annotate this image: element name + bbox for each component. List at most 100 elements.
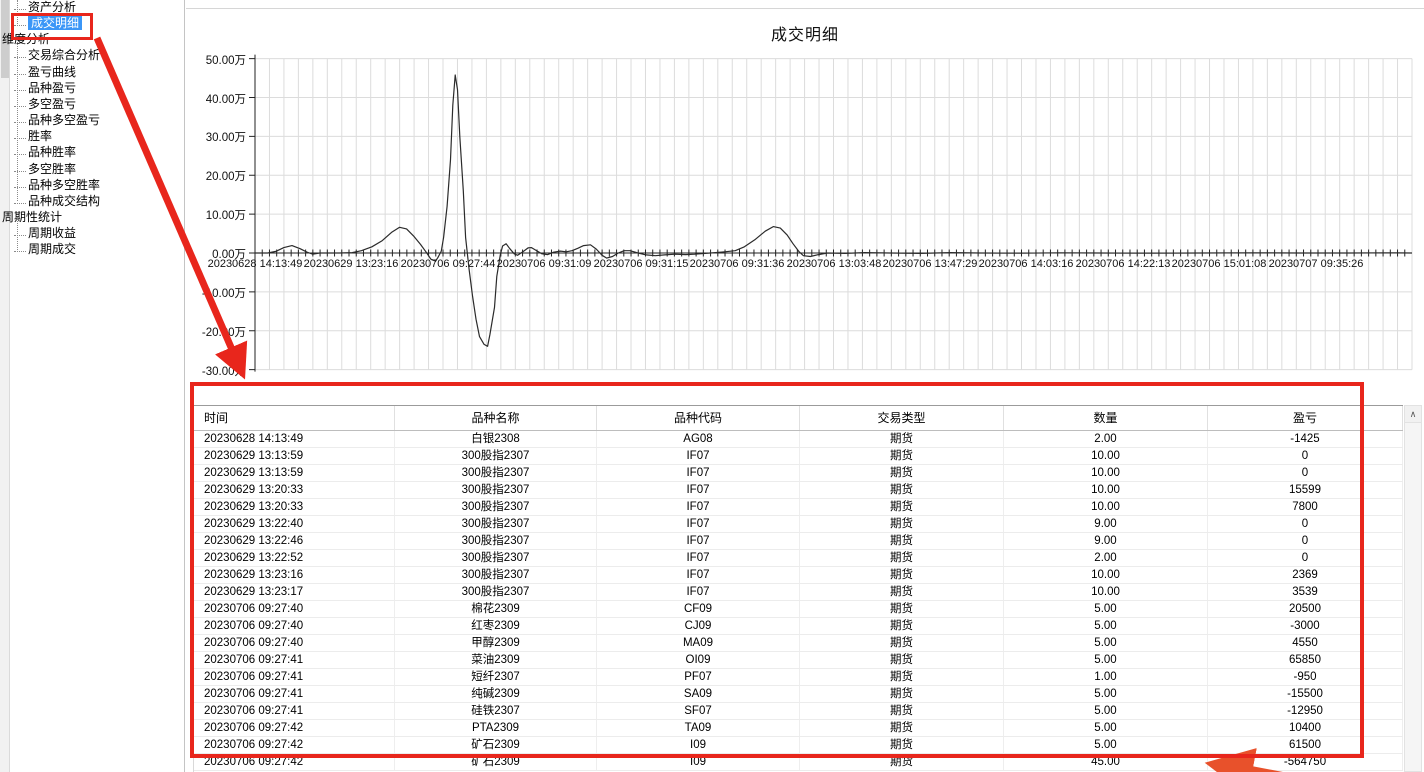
table-cell: 20230628 14:13:49: [194, 431, 395, 447]
sidebar-item-5[interactable]: 品种盈亏: [14, 80, 76, 96]
sidebar-item-15[interactable]: 周期成交: [14, 241, 76, 257]
table-row[interactable]: 20230706 09:27:42 PTA2309 TA09 期货 5.00 10400: [194, 720, 1403, 737]
sidebar-item-label: 周期性统计: [2, 210, 63, 224]
table-cell: -1425: [1208, 431, 1403, 447]
table-cell: 20230706 09:27:42: [194, 754, 395, 770]
table-row[interactable]: 20230706 09:27:42 矿石2309 I09 期货 45.00 -564750: [194, 754, 1403, 771]
sidebar-item-1[interactable]: 成交明细: [14, 15, 83, 31]
table-row[interactable]: 20230706 09:27:42 矿石2309 I09 期货 5.00 61500: [194, 737, 1403, 754]
sidebar-item-0[interactable]: 资产分析: [14, 0, 76, 15]
table-cell: 300股指2307: [395, 448, 597, 464]
sidebar-item-14[interactable]: 周期收益: [14, 225, 76, 241]
sidebar-item-11[interactable]: 品种多空胜率: [14, 177, 100, 193]
sidebar-item-8[interactable]: 胜率: [14, 128, 52, 144]
column-header-3[interactable]: 交易类型: [800, 406, 1004, 430]
y-axis-tick-label: -10.00万: [201, 288, 246, 300]
sidebar-item-label: 胜率: [28, 129, 53, 143]
table-cell: 期货: [800, 533, 1004, 549]
sidebar-item-7[interactable]: 品种多空盈亏: [14, 112, 100, 128]
table-cell: 纯碱2309: [395, 686, 597, 702]
y-axis-tick-label: -30.00万: [201, 366, 246, 378]
table-row[interactable]: 20230629 13:23:16 300股指2307 IF07 期货 10.00 236…: [194, 567, 1403, 584]
table-scrollbar[interactable]: ∧: [1404, 405, 1422, 772]
table-cell: 20230629 13:22:46: [194, 533, 395, 549]
table-cell: 5.00: [1004, 703, 1208, 719]
table-cell: 期货: [800, 669, 1004, 685]
table-cell: IF07: [597, 584, 800, 600]
table-cell: 期货: [800, 686, 1004, 702]
table-row[interactable]: 20230706 09:27:40 棉花2309 CF09 期货 5.00 20500: [194, 601, 1403, 618]
tree-branch-icon: [14, 71, 26, 75]
sidebar-item-6[interactable]: 多空盈亏: [14, 96, 76, 112]
sidebar-item-label: 周期成交: [28, 242, 77, 256]
table-row[interactable]: 20230706 09:27:41 短纤2307 PF07 期货 1.00 -950: [194, 669, 1403, 686]
table-cell: 20230706 09:27:41: [194, 652, 395, 668]
table-cell: 20230629 13:22:40: [194, 516, 395, 532]
column-header-5[interactable]: 盈亏: [1208, 406, 1403, 430]
table-cell: IF07: [597, 465, 800, 481]
table-cell: 棉花2309: [395, 601, 597, 617]
app-window: 资产分析 成交明细 维度分析 交易综合分析 盈亏曲线 品种盈亏 多空盈亏 品种多空盈亏 胜率 品种…: [0, 0, 1424, 772]
table-cell: 菜油2309: [395, 652, 597, 668]
table-cell: 20230629 13:23:17: [194, 584, 395, 600]
table-row[interactable]: 20230629 13:20:33 300股指2307 IF07 期货 10.00 155…: [194, 482, 1403, 499]
table-cell: -12950: [1208, 703, 1403, 719]
table-cell: 9.00: [1004, 533, 1208, 549]
sidebar-item-9[interactable]: 品种胜率: [14, 144, 76, 160]
sidebar-item-3[interactable]: 交易综合分析: [14, 47, 100, 63]
table-cell: 3539: [1208, 584, 1403, 600]
table-row[interactable]: 20230629 13:23:17 300股指2307 IF07 期货 10.00 353…: [194, 584, 1403, 601]
column-header-2[interactable]: 品种代码: [597, 406, 800, 430]
table-row[interactable]: 20230629 13:20:33 300股指2307 IF07 期货 10.00 780…: [194, 499, 1403, 516]
table-cell: 9.00: [1004, 516, 1208, 532]
table-row[interactable]: 20230706 09:27:41 菜油2309 OI09 期货 5.00 65850: [194, 652, 1403, 669]
scroll-up-arrow-icon[interactable]: ∧: [1405, 406, 1421, 423]
table-cell: CJ09: [597, 618, 800, 634]
sidebar-item-12[interactable]: 品种成交结构: [14, 193, 100, 209]
sidebar-item-10[interactable]: 多空胜率: [14, 161, 76, 177]
sidebar-item-label: 品种多空盈亏: [28, 113, 101, 127]
sidebar-item-2[interactable]: 维度分析: [2, 31, 50, 47]
table-cell: 61500: [1208, 737, 1403, 753]
table-cell: 5.00: [1004, 737, 1208, 753]
tree-branch-icon: [14, 119, 26, 123]
table-row[interactable]: 20230706 09:27:41 纯碱2309 SA09 期货 5.00 -15500: [194, 686, 1403, 703]
column-header-4[interactable]: 数量: [1004, 406, 1208, 430]
table-cell: 0: [1208, 550, 1403, 566]
x-axis-tick-label: 20230706 15:01:08: [1171, 258, 1267, 270]
table-cell: IF07: [597, 499, 800, 515]
sidebar-item-13[interactable]: 周期性统计: [2, 209, 62, 225]
table-cell: -3000: [1208, 618, 1403, 634]
table-cell: 期货: [800, 652, 1004, 668]
y-axis-tick-label: 50.00万: [205, 55, 246, 67]
table-cell: 5.00: [1004, 635, 1208, 651]
table-cell: MA09: [597, 635, 800, 651]
table-cell: 10.00: [1004, 584, 1208, 600]
table-row[interactable]: 20230628 14:13:49 白银2308 AG08 期货 2.00 -1425: [194, 431, 1403, 448]
y-axis-tick-label: 40.00万: [205, 94, 246, 106]
sidebar-scrollbar[interactable]: [0, 0, 10, 772]
tree-branch-icon: [14, 151, 26, 155]
sidebar-item-label: 多空盈亏: [28, 97, 77, 111]
table-cell: 期货: [800, 584, 1004, 600]
table-row[interactable]: 20230706 09:27:40 红枣2309 CJ09 期货 5.00 -3000: [194, 618, 1403, 635]
column-header-1[interactable]: 品种名称: [395, 406, 597, 430]
sidebar-item-4[interactable]: 盈亏曲线: [14, 64, 76, 80]
table-cell: OI09: [597, 652, 800, 668]
table-cell: 20230706 09:27:41: [194, 669, 395, 685]
table-cell: 300股指2307: [395, 550, 597, 566]
x-axis-tick-label: 20230706 13:03:48: [786, 258, 882, 270]
table-row[interactable]: 20230629 13:22:52 300股指2307 IF07 期货 2.00 0: [194, 550, 1403, 567]
table-row[interactable]: 20230629 13:22:40 300股指2307 IF07 期货 9.00 0: [194, 516, 1403, 533]
table-row[interactable]: 20230706 09:27:41 硅铁2307 SF07 期货 5.00 -12950: [194, 703, 1403, 720]
sidebar-item-label: 维度分析: [2, 32, 51, 46]
table-row[interactable]: 20230629 13:22:46 300股指2307 IF07 期货 9.00 0: [194, 533, 1403, 550]
column-header-0[interactable]: 时间: [194, 406, 395, 430]
table-cell: 5.00: [1004, 618, 1208, 634]
table-row[interactable]: 20230706 09:27:40 甲醇2309 MA09 期货 5.00 4550: [194, 635, 1403, 652]
table-cell: IF07: [597, 550, 800, 566]
table-row[interactable]: 20230629 13:13:59 300股指2307 IF07 期货 10.00 0: [194, 465, 1403, 482]
table-row[interactable]: 20230629 13:13:59 300股指2307 IF07 期货 10.00 0: [194, 448, 1403, 465]
x-axis-tick-label: 20230629 13:23:16: [303, 258, 399, 270]
table-cell: SA09: [597, 686, 800, 702]
